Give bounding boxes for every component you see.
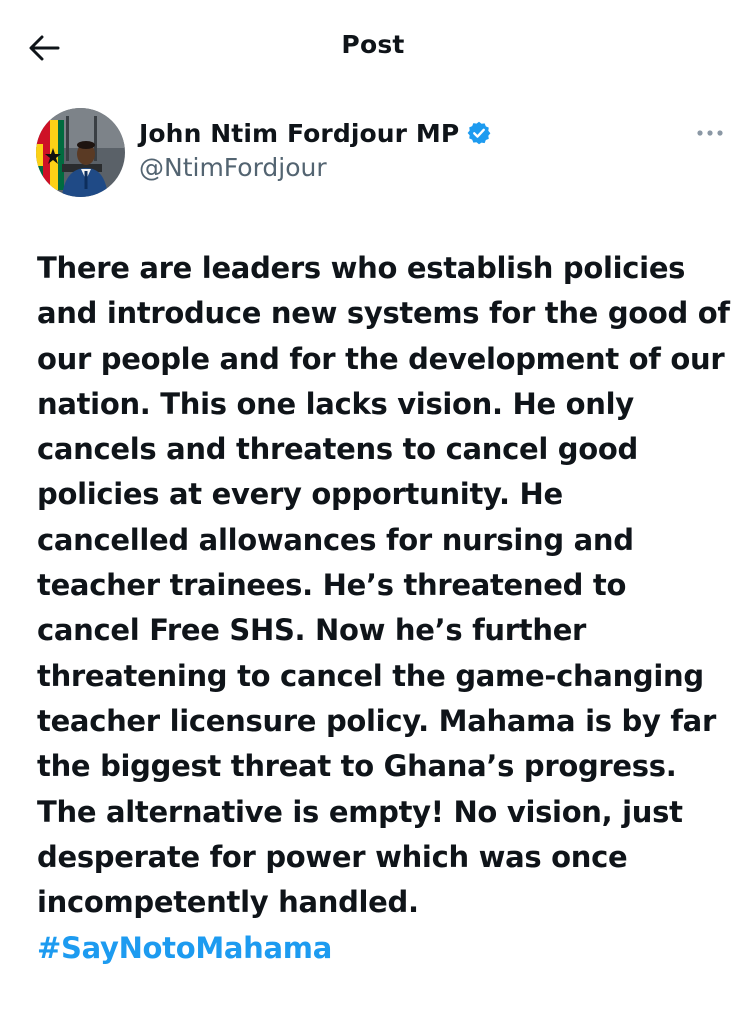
profile-photo bbox=[36, 108, 125, 197]
avatar[interactable] bbox=[36, 108, 125, 197]
page-title: Post bbox=[341, 30, 405, 59]
more-options-button[interactable] bbox=[690, 118, 730, 148]
top-bar: Post bbox=[0, 0, 746, 96]
more-horizontal-icon bbox=[697, 130, 723, 136]
hashtag-link[interactable]: #SayNotoMahama bbox=[37, 926, 332, 971]
post-body-text: There are leaders who establish policies… bbox=[37, 251, 730, 920]
author-display-name[interactable]: John Ntim Fordjour MP bbox=[139, 119, 459, 148]
author-info: John Ntim Fordjour MP @NtimFordjour bbox=[139, 114, 492, 182]
author-name-row: John Ntim Fordjour MP bbox=[139, 114, 492, 152]
author-handle[interactable]: @NtimFordjour bbox=[139, 153, 492, 182]
verified-badge-icon bbox=[467, 121, 491, 145]
